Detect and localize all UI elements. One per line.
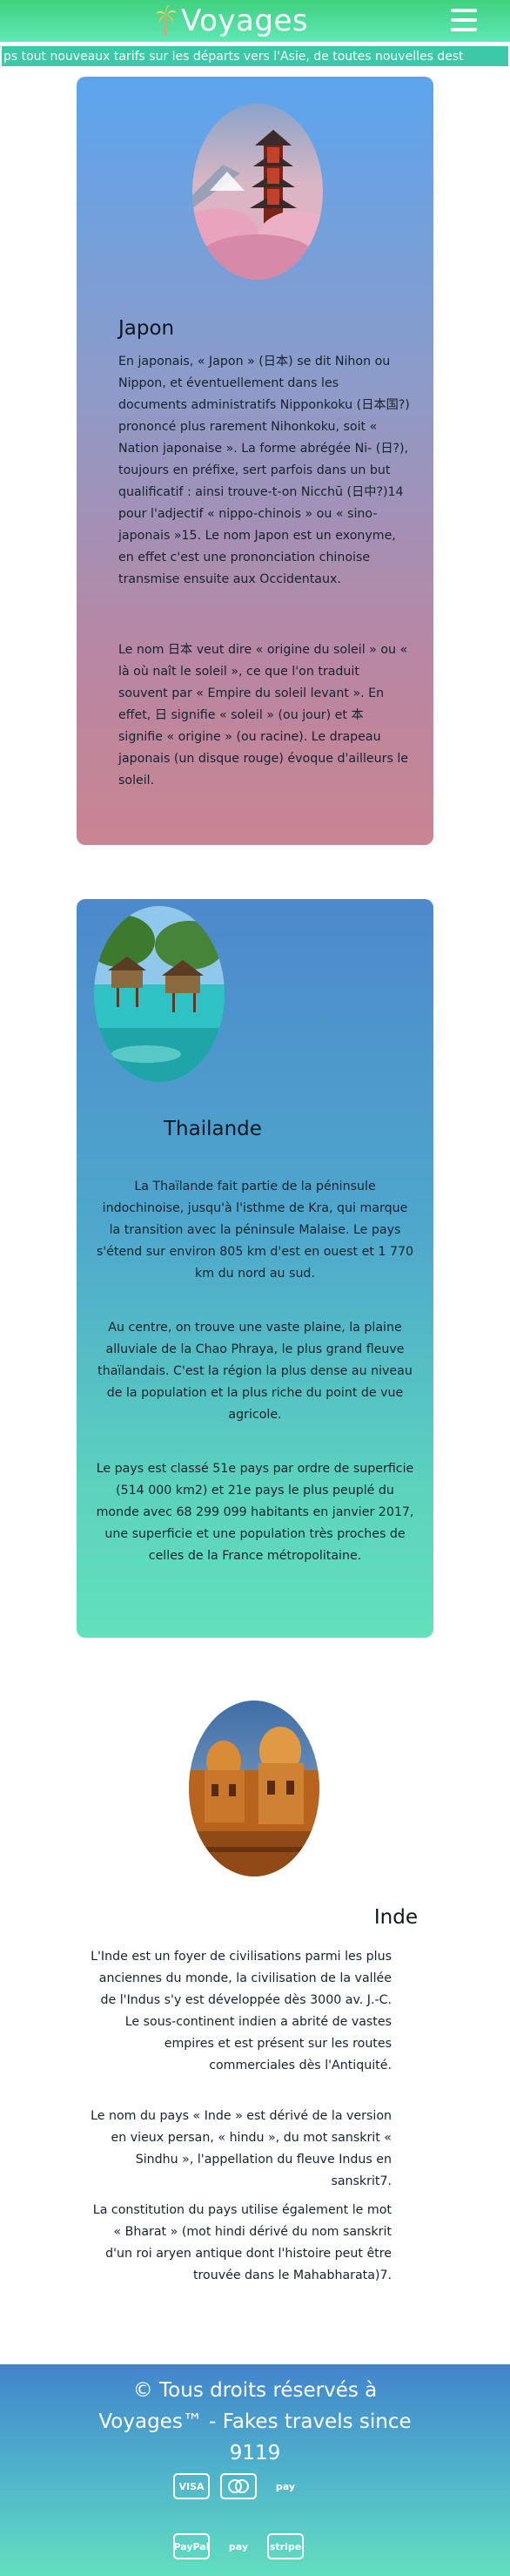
destination-title: Japon [118, 317, 175, 340]
destination-paragraph: La Thaïlande fait partie de la péninsule… [96, 1180, 414, 1281]
destination-card-japon: Japon En japonais, « Japon » (日本) se dit… [77, 77, 433, 845]
palm-tree-icon [156, 4, 177, 37]
destination-paragraph: Au centre, on trouve une vaste plaine, l… [97, 1321, 413, 1422]
brand-name: Voyages [181, 3, 309, 38]
destination-title: Thailande [164, 1118, 262, 1140]
destination-title: Inde [373, 1906, 418, 1929]
amazon-pay-icon: pay [275, 2480, 296, 2492]
destination-paragraph: En japonais, « Japon » (日本) se dit Nihon… [118, 355, 410, 586]
stripe-icon: stripe [267, 2533, 304, 2559]
destination-paragraph: Le nom du pays « Inde » est dérivé de la… [91, 2109, 392, 2188]
japan-pagoda-image [192, 104, 323, 280]
hamburger-menu-icon[interactable] [451, 9, 477, 31]
mastercard-icon [220, 2473, 257, 2499]
brand-logo[interactable]: Voyages [155, 3, 308, 38]
ticker-text: ps tout nouveaux tarifs sur les départs … [3, 50, 464, 64]
india-temple-image [189, 1700, 319, 1876]
destination-paragraph: La constitution du pays utilise égalemen… [92, 2203, 392, 2282]
destination-paragraph: L'Inde est un foyer de civilisations par… [91, 1950, 392, 2072]
paypal-icon: PayPal [173, 2533, 210, 2559]
destination-card-thailande: Thailande La Thaïlande fait partie de la… [77, 899, 433, 1638]
destination-paragraph: Le nom 日本 veut dire « origine du soleil … [118, 643, 409, 788]
payment-icons-row: PayPal pay stripe [173, 2533, 304, 2559]
site-footer: © Tous droits réservés à Voyages™ - Fake… [0, 2364, 510, 2576]
site-header: Voyages [0, 0, 510, 42]
visa-icon: VISA [173, 2473, 210, 2499]
apple-pay-icon: pay [228, 2540, 249, 2552]
news-ticker: ps tout nouveaux tarifs sur les départs … [0, 44, 510, 68]
payment-icons-row: VISA pay [173, 2473, 304, 2499]
thailand-lagoon-image [94, 906, 225, 1082]
destination-paragraph: Le pays est classé 51e pays par ordre de… [96, 1462, 414, 1563]
copyright-text: © Tous droits réservés à Voyages™ - Fake… [98, 2379, 412, 2464]
